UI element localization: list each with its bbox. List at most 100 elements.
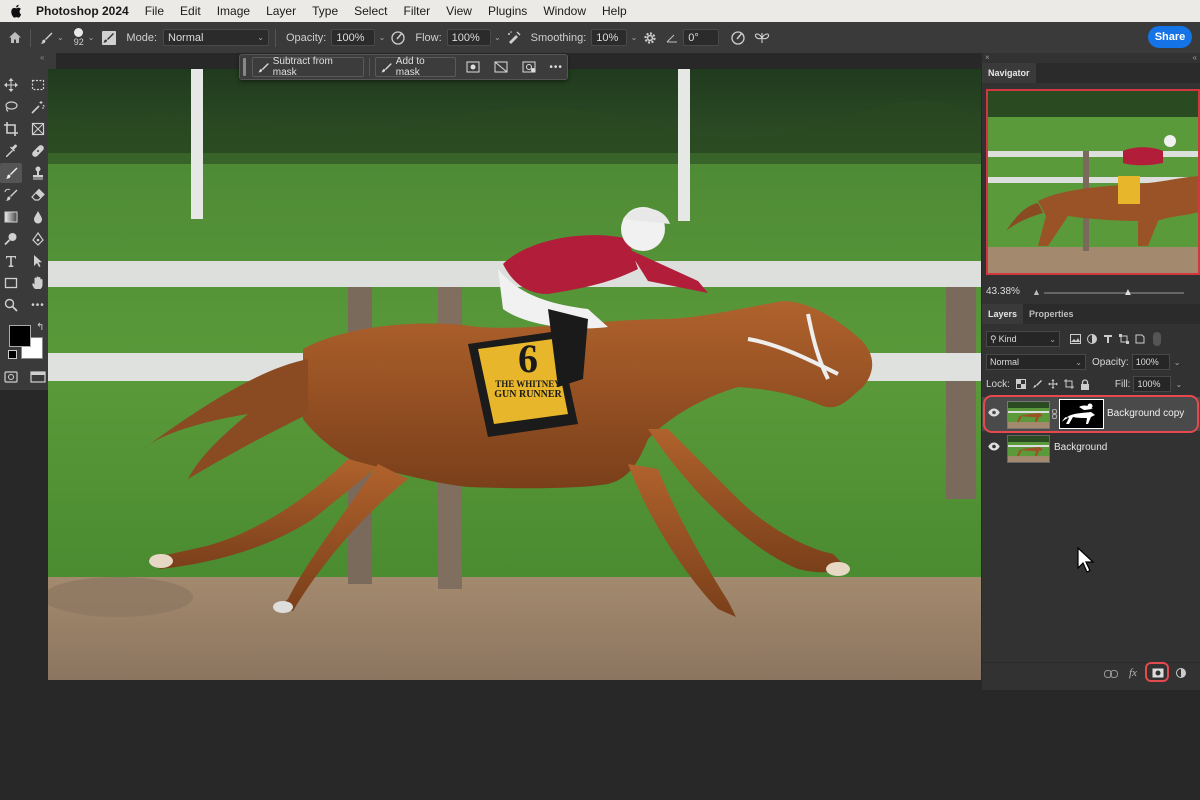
add-to-mask-button[interactable]: Add to mask (374, 56, 457, 78)
blur-tool-icon[interactable] (27, 207, 49, 227)
menu-window[interactable]: Window (543, 4, 586, 18)
menu-layer[interactable]: Layer (266, 4, 296, 18)
apply-mask-icon[interactable] (518, 58, 540, 76)
brush-icon[interactable] (37, 29, 55, 47)
drag-handle[interactable] (243, 58, 246, 76)
lock-all-icon[interactable] (1080, 378, 1090, 390)
brush-preset-picker[interactable]: 92 (74, 28, 84, 47)
tab-properties[interactable]: Properties (1023, 304, 1080, 324)
path-selection-tool-icon[interactable] (27, 251, 49, 271)
collapse-panel-icon[interactable]: « (1193, 53, 1197, 62)
menu-plugins[interactable]: Plugins (488, 4, 527, 18)
foreground-color-swatch[interactable] (9, 325, 31, 347)
adjustment-layer-filter-icon[interactable] (1087, 334, 1097, 344)
menu-view[interactable]: View (446, 4, 472, 18)
crop-tool-icon[interactable] (0, 119, 22, 139)
fill-field[interactable]: 100% (1133, 376, 1172, 392)
airbrush-icon[interactable] (505, 29, 523, 47)
move-tool-icon[interactable] (0, 75, 22, 95)
chevron-down-icon[interactable]: ⌄ (494, 33, 501, 42)
healing-brush-tool-icon[interactable] (27, 141, 49, 161)
history-brush-tool-icon[interactable] (0, 185, 22, 205)
opacity-field[interactable]: 100% ⌄ (331, 29, 385, 46)
lasso-tool-icon[interactable] (0, 97, 22, 117)
layer-name[interactable]: Background (1054, 442, 1107, 453)
pressure-opacity-icon[interactable] (389, 29, 407, 47)
quick-mask-icon[interactable] (0, 367, 22, 387)
brush-settings-icon[interactable] (100, 29, 118, 47)
mask-properties-icon[interactable] (462, 58, 484, 76)
layer-mask-thumbnail[interactable] (1059, 399, 1104, 429)
eraser-tool-icon[interactable] (27, 185, 49, 205)
link-icon[interactable] (1104, 669, 1118, 681)
flow-field[interactable]: 100% ⌄ (446, 29, 501, 46)
share-button[interactable]: Share (1148, 26, 1192, 48)
menu-filter[interactable]: Filter (403, 4, 430, 18)
smoothing-field[interactable]: 10% ⌄ (591, 29, 637, 46)
lock-position-icon[interactable] (1047, 379, 1058, 389)
navigator-preview[interactable] (986, 89, 1200, 275)
menu-help[interactable]: Help (602, 4, 627, 18)
type-layer-filter-icon[interactable] (1103, 334, 1113, 344)
gear-icon[interactable] (641, 29, 659, 47)
home-icon[interactable] (6, 29, 24, 47)
layer-filter-dropdown[interactable]: ⚲ Kind ⌄ (986, 331, 1060, 347)
close-panel-icon[interactable]: × (985, 53, 990, 62)
adjustment-icon[interactable] (1176, 668, 1186, 681)
more-options-icon[interactable]: ••• (545, 58, 567, 76)
layer-opacity-field[interactable]: 100% (1131, 354, 1170, 370)
rectangle-tool-icon[interactable] (0, 273, 22, 293)
lock-transparency-icon[interactable] (1015, 379, 1026, 389)
chevron-down-icon[interactable]: ⌄ (57, 33, 64, 42)
menu-type[interactable]: Type (312, 4, 338, 18)
menu-image[interactable]: Image (217, 4, 250, 18)
mode-dropdown[interactable]: Normal ⌄ (163, 29, 269, 46)
layer-row-background[interactable]: Background (982, 431, 1200, 465)
zoom-slider-track[interactable] (1044, 292, 1184, 294)
lock-artboard-icon[interactable] (1063, 379, 1074, 389)
zoom-tool-icon[interactable] (0, 295, 22, 315)
screen-mode-icon[interactable] (27, 367, 49, 387)
collapse-panel-icon[interactable]: « (40, 53, 44, 62)
chevron-down-icon[interactable]: ⌄ (1175, 380, 1182, 389)
navigator-zoom-value[interactable]: 43.38% (986, 286, 1020, 297)
chevron-down-icon[interactable]: ⌄ (631, 33, 638, 42)
chevron-down-icon[interactable]: ⌄ (1174, 358, 1181, 367)
tab-navigator[interactable]: Navigator (982, 63, 1036, 83)
more-tools-icon[interactable]: ••• (27, 295, 49, 315)
zoom-out-icon[interactable]: ▲ (1032, 287, 1041, 297)
layer-row-background-copy[interactable]: Background copy (982, 397, 1200, 431)
frame-tool-icon[interactable] (27, 119, 49, 139)
menu-edit[interactable]: Edit (180, 4, 201, 18)
smart-object-filter-icon[interactable] (1135, 334, 1145, 344)
marquee-tool-icon[interactable] (27, 75, 49, 95)
filter-toggle[interactable] (1153, 332, 1161, 346)
lock-pixels-icon[interactable] (1032, 379, 1042, 389)
pressure-size-icon[interactable] (729, 29, 747, 47)
shape-layer-filter-icon[interactable] (1119, 334, 1129, 344)
default-colors-icon[interactable] (8, 350, 17, 359)
menu-file[interactable]: File (145, 4, 164, 18)
gradient-tool-icon[interactable] (0, 207, 22, 227)
dodge-tool-icon[interactable] (0, 229, 22, 249)
apple-icon[interactable] (10, 4, 24, 18)
disable-mask-icon[interactable] (490, 58, 512, 76)
hand-tool-icon[interactable] (27, 273, 49, 293)
app-name[interactable]: Photoshop 2024 (36, 4, 129, 18)
eye-icon[interactable] (988, 408, 1000, 420)
angle-field[interactable]: 0° (683, 29, 720, 46)
tab-layers[interactable]: Layers (982, 304, 1024, 324)
magic-wand-tool-icon[interactable] (27, 97, 49, 117)
link-icon[interactable] (1052, 409, 1057, 422)
brush-tool-icon[interactable] (0, 163, 22, 183)
pixel-layer-filter-icon[interactable] (1070, 334, 1081, 344)
type-tool-icon[interactable] (0, 251, 22, 271)
blend-mode-dropdown[interactable]: Normal ⌄ (986, 354, 1086, 370)
document-canvas[interactable]: 6 THE WHITNEY GUN RUNNER (48, 69, 981, 680)
eye-icon[interactable] (988, 442, 1000, 454)
fx-icon[interactable]: fx (1129, 667, 1137, 679)
symmetry-icon[interactable] (753, 29, 771, 47)
chevron-down-icon[interactable]: ⌄ (379, 33, 386, 42)
chevron-down-icon[interactable]: ⌄ (88, 33, 95, 42)
pen-tool-icon[interactable] (27, 229, 49, 249)
